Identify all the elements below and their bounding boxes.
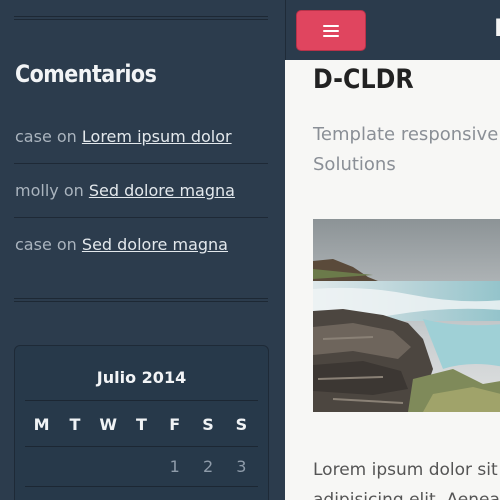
waterfall-landscape-image: [313, 219, 500, 412]
hamburger-icon: [323, 24, 339, 37]
calendar-day: [125, 457, 158, 476]
comment-post-link[interactable]: Sed dolore magna: [82, 235, 228, 254]
weekday-label: F: [169, 415, 181, 434]
top-bar: D: [285, 0, 500, 60]
sidebar-divider: [14, 298, 268, 302]
calendar-week-row: 1 2 3: [25, 457, 258, 476]
post-title[interactable]: D-CLDR: [313, 64, 414, 95]
calendar-day[interactable]: 1: [158, 457, 191, 476]
calendar-day: [92, 457, 125, 476]
calendar-widget: Julio 2014 M T W T F S S 1 2 3: [14, 345, 269, 500]
comment-on: on: [56, 235, 77, 254]
calendar-weekday-row: M T W T F S S: [25, 415, 258, 434]
comment-separator: [14, 163, 268, 164]
calendar-divider: [25, 486, 258, 487]
calendar-day[interactable]: 2: [191, 457, 224, 476]
comments-widget-title: Comentarios: [15, 60, 157, 88]
calendar-day: [58, 457, 91, 476]
calendar-divider: [25, 446, 258, 447]
calendar-divider: [25, 400, 258, 401]
calendar-day[interactable]: 3: [225, 457, 258, 476]
comment-on: on: [56, 127, 77, 146]
sidebar: Comentarios case on Lorem ipsum dolor mo…: [0, 0, 285, 500]
weekday-label: T: [136, 415, 147, 434]
weekday-label: S: [235, 415, 248, 434]
calendar-month-title: Julio 2014: [96, 368, 187, 387]
weekday-label: M: [33, 415, 50, 434]
comment-post-link[interactable]: Lorem ipsum dolor: [82, 127, 232, 146]
comment-post-link[interactable]: Sed dolore magna: [89, 181, 235, 200]
menu-toggle-button[interactable]: [296, 10, 366, 51]
comment-item: molly on Sed dolore magna: [15, 181, 235, 200]
sidebar-divider: [14, 16, 268, 20]
comment-author: case: [15, 127, 52, 146]
post-excerpt-line: Lorem ipsum dolor sit: [313, 460, 498, 480]
weekday-label: S: [202, 415, 214, 434]
comment-separator: [14, 217, 268, 218]
comment-on: on: [63, 181, 84, 200]
comment-item: case on Sed dolore magna: [15, 235, 228, 254]
post-image[interactable]: [313, 219, 500, 412]
site-brand[interactable]: D: [494, 14, 500, 42]
comment-item: case on Lorem ipsum dolor: [15, 127, 232, 146]
post-excerpt-line: adipisicing elit. Aenea: [313, 490, 500, 500]
calendar-day: [25, 457, 58, 476]
comment-author: molly: [15, 181, 59, 200]
post-subtitle: Template responsive Solutions: [313, 124, 499, 175]
post-excerpt: Lorem ipsum dolor sit adipisicing elit. …: [313, 455, 500, 500]
main-content: D D-CLDR Template responsive Solutions: [285, 0, 500, 500]
weekday-label: W: [99, 415, 118, 434]
weekday-label: T: [69, 415, 81, 434]
comment-author: case: [15, 235, 52, 254]
